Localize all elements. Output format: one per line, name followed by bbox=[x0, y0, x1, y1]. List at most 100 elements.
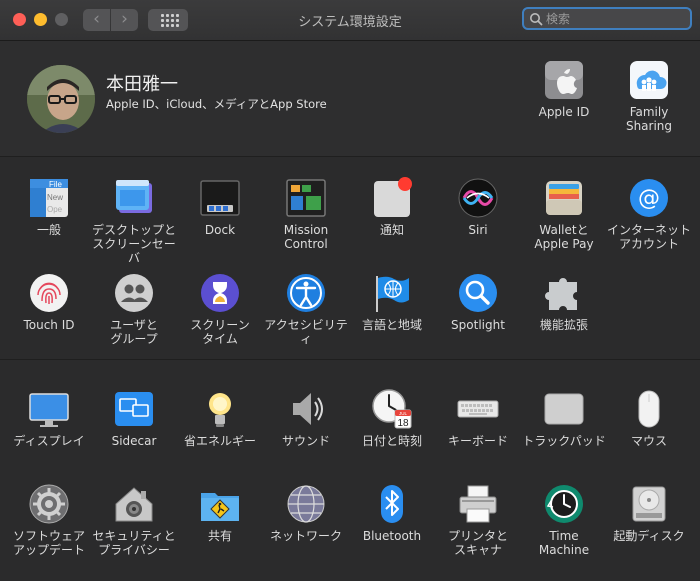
siri-icon bbox=[457, 177, 499, 219]
pref-label: 共有 bbox=[207, 529, 232, 543]
search-input[interactable] bbox=[546, 10, 686, 27]
internet-accounts-icon: @ bbox=[628, 177, 670, 219]
display-icon bbox=[28, 388, 70, 430]
family-sharing-icon bbox=[628, 59, 670, 101]
pref-label: ユーザと グループ bbox=[110, 318, 158, 346]
pref-users-groups[interactable]: ユーザと グループ bbox=[91, 272, 177, 346]
pref-dock[interactable]: Dock bbox=[177, 177, 263, 237]
pref-label: 通知 bbox=[379, 223, 404, 237]
pref-trackpad[interactable]: トラックパッド bbox=[521, 388, 607, 448]
pref-label: プリンタと スキャナ bbox=[447, 529, 508, 557]
keyboard-icon bbox=[457, 388, 499, 430]
pref-mission-control[interactable]: Mission Control bbox=[263, 177, 349, 251]
startup-disk-icon bbox=[628, 483, 670, 525]
pref-label: Sidecar bbox=[111, 434, 157, 448]
svg-text:Ope: Ope bbox=[47, 205, 63, 214]
svg-text:JUL: JUL bbox=[399, 411, 407, 416]
mouse-icon bbox=[628, 388, 670, 430]
search-field[interactable] bbox=[522, 7, 692, 30]
pref-siri[interactable]: Siri bbox=[435, 177, 521, 237]
pref-label: 言語と地域 bbox=[361, 318, 422, 332]
pref-internet-accounts[interactable]: @ インターネット アカウント bbox=[606, 177, 692, 251]
pref-mouse[interactable]: マウス bbox=[606, 388, 692, 448]
avatar[interactable] bbox=[27, 65, 95, 133]
touch-id-icon bbox=[28, 272, 70, 314]
general-icon: File New Ope bbox=[28, 177, 70, 219]
pref-displays[interactable]: ディスプレイ bbox=[6, 388, 92, 448]
pref-label: ディスプレイ bbox=[13, 434, 85, 448]
pref-startup-disk[interactable]: 起動ディスク bbox=[606, 483, 692, 543]
pref-label: Bluetooth bbox=[362, 529, 422, 543]
security-icon bbox=[113, 483, 155, 525]
pref-label: Apple ID bbox=[538, 105, 590, 119]
svg-text:New: New bbox=[47, 193, 63, 202]
screen-time-icon bbox=[199, 272, 241, 314]
pref-software-update[interactable]: ソフトウェア アップデート bbox=[6, 483, 92, 557]
pref-family-sharing[interactable]: Family Sharing bbox=[606, 59, 692, 133]
pref-spotlight[interactable]: Spotlight bbox=[435, 272, 521, 332]
accessibility-icon bbox=[285, 272, 327, 314]
dock-icon bbox=[199, 177, 241, 219]
pref-desktop-screensaver[interactable]: デスクトップと スクリーンセーバ bbox=[91, 177, 177, 265]
pref-time-machine[interactable]: Time Machine bbox=[521, 483, 607, 557]
pref-label: キーボード bbox=[447, 434, 508, 448]
pref-language-region[interactable]: 言語と地域 bbox=[349, 272, 435, 332]
pref-accessibility[interactable]: アクセシビリティ bbox=[263, 272, 349, 346]
software-update-icon bbox=[28, 483, 70, 525]
preferences-section-personal: File New Ope 一般 デスクトップと スクリーンセーバ Dock Mi… bbox=[0, 157, 700, 359]
pref-notifications[interactable]: 通知 bbox=[349, 177, 435, 237]
pref-label: サウンド bbox=[281, 434, 330, 448]
mission-control-icon bbox=[285, 177, 327, 219]
pref-label: デスクトップと スクリーンセーバ bbox=[91, 223, 176, 265]
pref-wallet[interactable]: Walletと Apple Pay bbox=[521, 177, 607, 251]
pref-label: スクリーン タイム bbox=[190, 318, 250, 346]
pref-sharing[interactable]: 共有 bbox=[177, 483, 263, 543]
pref-apple-id[interactable]: Apple ID bbox=[521, 59, 607, 119]
pref-screen-time[interactable]: スクリーン タイム bbox=[177, 272, 263, 346]
pref-label: Walletと Apple Pay bbox=[534, 223, 594, 251]
search-icon bbox=[529, 11, 543, 26]
pref-sidecar[interactable]: Sidecar bbox=[91, 388, 177, 448]
preferences-section-hardware: ディスプレイ Sidecar 省エネルギー サウンド JUL 18 日付と時刻 … bbox=[0, 360, 700, 581]
system-preferences-window: ‹ › システム環境設定 検索 本田雅一 Apple ID、iCloud、メディ… bbox=[0, 0, 700, 581]
pref-label: 起動ディスク bbox=[613, 529, 685, 543]
pref-bluetooth[interactable]: Bluetooth bbox=[349, 483, 435, 543]
pref-label: 一般 bbox=[36, 223, 61, 237]
pref-extensions[interactable]: 機能拡張 bbox=[521, 272, 607, 332]
pref-label: Mission Control bbox=[283, 223, 329, 251]
apple-icon bbox=[543, 59, 585, 101]
pref-label: アクセシビリティ bbox=[264, 318, 348, 346]
pref-label: 機能拡張 bbox=[539, 318, 588, 332]
language-region-icon bbox=[371, 272, 413, 314]
pref-energy-saver[interactable]: 省エネルギー bbox=[177, 388, 263, 448]
pref-network[interactable]: ネットワーク bbox=[263, 483, 349, 543]
pref-label: トラックパッド bbox=[522, 434, 606, 448]
user-name: 本田雅一 bbox=[106, 74, 178, 95]
pref-label: Time Machine bbox=[538, 529, 590, 557]
pref-printers-scanners[interactable]: プリンタと スキャナ bbox=[435, 483, 521, 557]
pref-label: Siri bbox=[468, 223, 488, 237]
pref-label: セキュリティと プライバシー bbox=[92, 529, 176, 557]
pref-security-privacy[interactable]: セキュリティと プライバシー bbox=[91, 483, 177, 557]
pref-sound[interactable]: サウンド bbox=[263, 388, 349, 448]
pref-keyboard[interactable]: キーボード bbox=[435, 388, 521, 448]
trackpad-icon bbox=[543, 388, 585, 430]
pref-label: ネットワーク bbox=[269, 529, 342, 543]
sharing-icon bbox=[199, 483, 241, 525]
extensions-icon bbox=[543, 272, 585, 314]
account-section: 本田雅一 Apple ID、iCloud、メディアとApp Store Appl… bbox=[0, 41, 700, 156]
pref-label: 省エネルギー bbox=[183, 434, 256, 448]
account-subtitle: Apple ID、iCloud、メディアとApp Store bbox=[106, 97, 327, 111]
network-icon bbox=[285, 483, 327, 525]
desktop-icon bbox=[113, 177, 155, 219]
pref-label: Family Sharing bbox=[625, 105, 673, 133]
svg-text:File: File bbox=[49, 180, 62, 189]
sidecar-icon bbox=[113, 388, 155, 430]
pref-date-time[interactable]: JUL 18 日付と時刻 bbox=[349, 388, 435, 448]
notifications-icon bbox=[371, 177, 413, 219]
pref-general[interactable]: File New Ope 一般 bbox=[6, 177, 92, 237]
pref-touch-id[interactable]: Touch ID bbox=[6, 272, 92, 332]
energy-saver-icon bbox=[199, 388, 241, 430]
printers-icon bbox=[457, 483, 499, 525]
wallet-icon bbox=[543, 177, 585, 219]
